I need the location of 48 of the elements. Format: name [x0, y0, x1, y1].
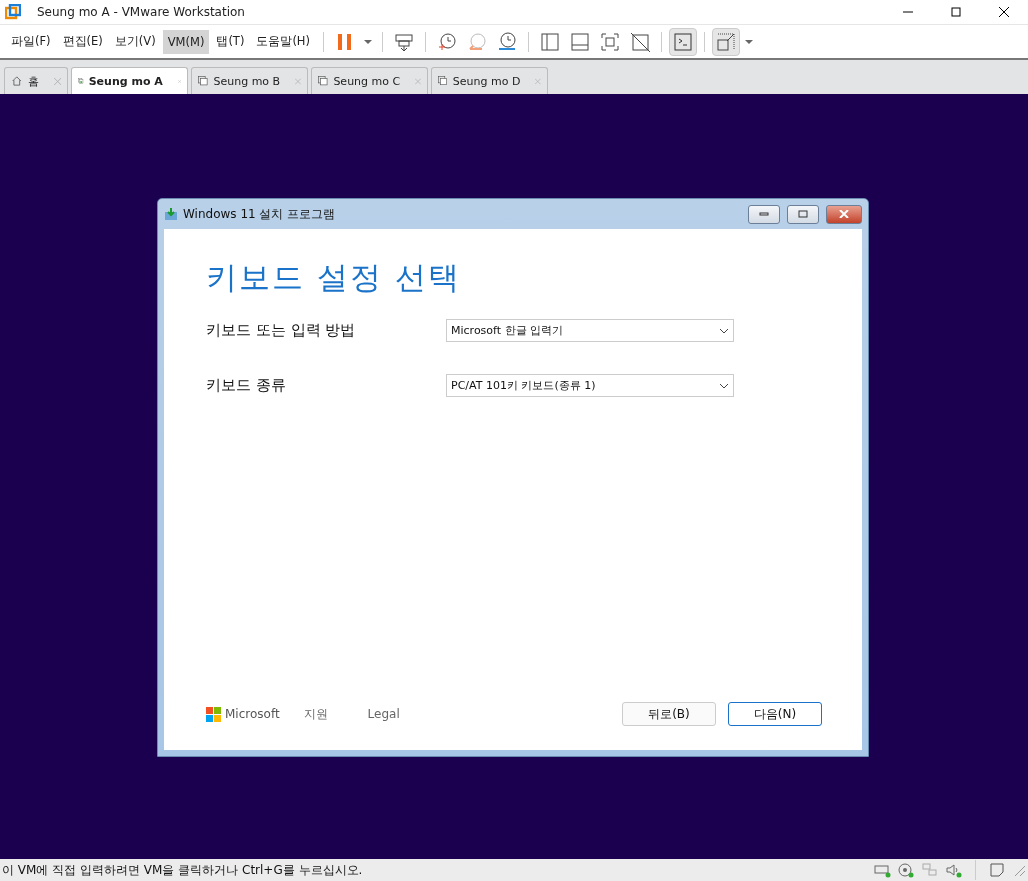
close-icon: [839, 210, 849, 218]
minimize-icon: [759, 212, 769, 216]
restore-icon: [798, 210, 808, 218]
caret-icon: [745, 39, 753, 44]
dialog-button[interactable]: 뒤로(B): [622, 702, 716, 726]
caret-icon: [364, 39, 372, 44]
vm-screen[interactable]: Windows 11 설치 프로그램 키보드 설정 선택 키보드 또는 입력 방법 Microsoft 한글 입력기 키보드 종류 PC/AT 101키 키보드(종류 1) Microsoft 지원 Legal 뒤로(B) 다음(N): [0, 94, 1028, 859]
chevron-down-icon: [719, 382, 729, 389]
field-label: 키보드 종류: [206, 376, 287, 395]
vm-tab[interactable]: Seung mo D: [431, 67, 548, 94]
resize-grip-icon[interactable]: [1012, 863, 1026, 877]
dropdown-field[interactable]: Microsoft 한글 입력기: [446, 319, 734, 342]
vm-tab[interactable]: 홈: [4, 67, 68, 94]
field-label: 키보드 또는 입력 방법: [206, 321, 357, 340]
menu-item[interactable]: 보기(V): [109, 29, 161, 54]
disc-icon[interactable]: [897, 862, 915, 878]
setup-icon: [164, 207, 178, 221]
window-title: Seung mo A - VMware Workstation: [37, 5, 245, 19]
menu-item[interactable]: VM(M): [162, 29, 210, 54]
vm-icon: [198, 73, 209, 89]
maximize-icon[interactable]: [951, 7, 961, 17]
chevron-down-icon: [719, 327, 729, 334]
speaker-icon[interactable]: [945, 862, 963, 878]
footer-link[interactable]: 지원: [303, 705, 328, 723]
microsoft-logo-icon: [206, 706, 221, 722]
page-heading: 키보드 설정 선택: [206, 258, 462, 297]
dialog-button[interactable]: 다음(N): [728, 702, 822, 726]
menu-item[interactable]: 탭(T): [211, 29, 250, 54]
note-icon[interactable]: [988, 862, 1006, 878]
vm-icon: [318, 73, 329, 89]
hard-disk-icon[interactable]: [873, 862, 891, 878]
restore-button[interactable]: [787, 204, 819, 224]
brand-name: Microsoft: [225, 707, 280, 721]
vm-tab[interactable]: Seung mo B: [191, 67, 308, 94]
close-icon[interactable]: [999, 7, 1009, 17]
vm-tab[interactable]: Seung mo C: [311, 67, 428, 94]
close-button[interactable]: [826, 204, 862, 224]
menu-item[interactable]: 편집(E): [57, 29, 108, 54]
home-icon: [11, 74, 23, 88]
vm-tab[interactable]: Seung mo A: [71, 67, 188, 94]
footer-link[interactable]: Legal: [367, 707, 400, 721]
minimize-button[interactable]: [748, 204, 780, 224]
dropdown-field[interactable]: PC/AT 101키 키보드(종류 1): [446, 374, 734, 397]
setup-window-title: Windows 11 설치 프로그램: [183, 205, 336, 223]
menu-item[interactable]: 파일(F): [6, 29, 56, 54]
status-text: 이 VM에 직접 입력하려면 VM을 클릭하거나 Ctrl+G를 누르십시오.: [2, 861, 363, 879]
menu-item[interactable]: 도움말(H): [251, 29, 315, 54]
app-logo-icon: [5, 4, 21, 20]
